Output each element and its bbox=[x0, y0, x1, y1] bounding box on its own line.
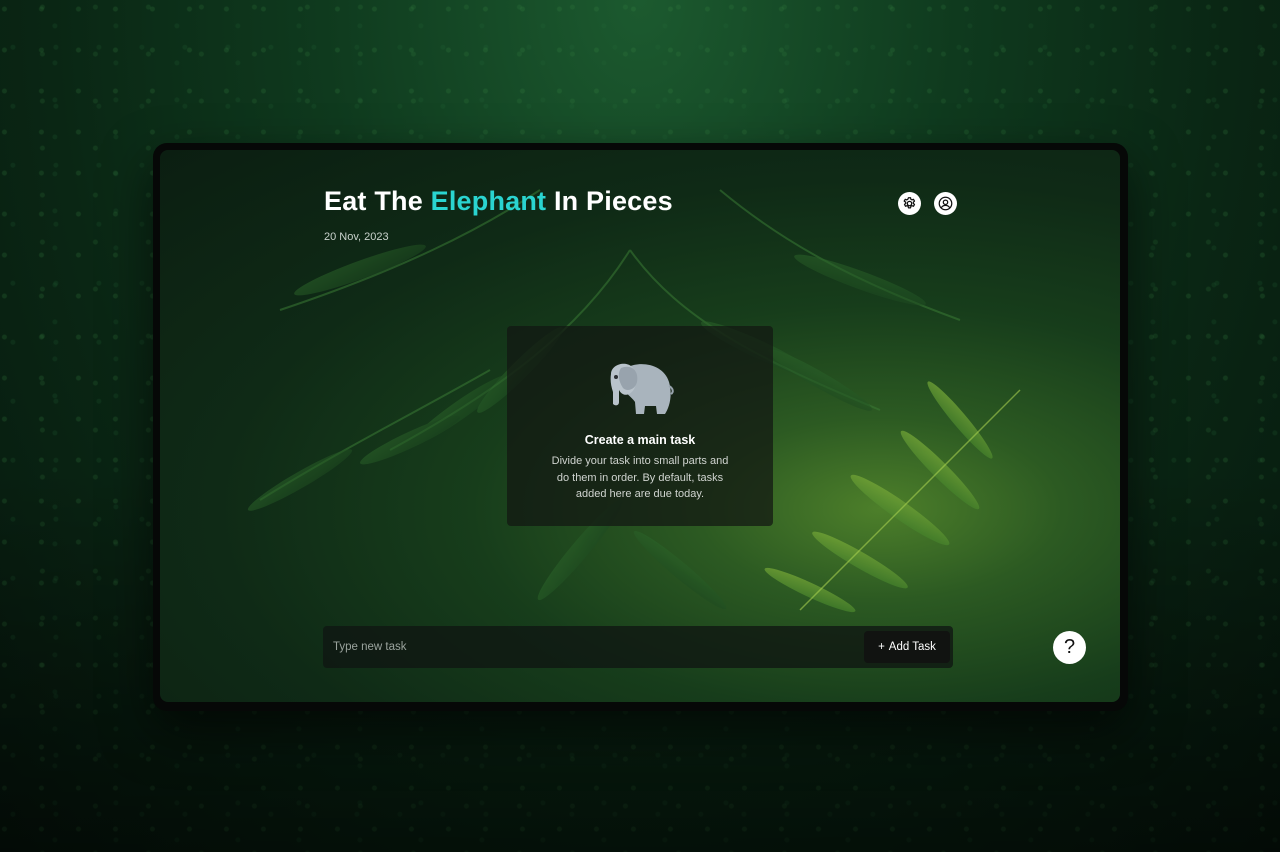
plus-icon: + bbox=[878, 641, 885, 653]
empty-state-description: Divide your task into small parts and do… bbox=[551, 455, 729, 500]
add-task-label: Add Task bbox=[888, 641, 936, 653]
current-date: 20 Nov, 2023 bbox=[324, 231, 389, 243]
app-window: Eat The Elephant In Pieces 20 Nov, 2023 bbox=[160, 150, 1120, 702]
app-title: Eat The Elephant In Pieces bbox=[324, 186, 673, 216]
elephant-icon bbox=[610, 363, 674, 414]
empty-state-card: Create a main task Divide your task into… bbox=[507, 326, 773, 526]
new-task-bar: + Add Task bbox=[323, 626, 953, 668]
gear-icon bbox=[903, 197, 916, 209]
profile-button[interactable] bbox=[934, 192, 957, 215]
add-task-button[interactable]: + Add Task bbox=[864, 631, 950, 663]
user-circle-icon bbox=[938, 196, 953, 211]
empty-state-title: Create a main task bbox=[584, 433, 696, 447]
settings-button[interactable] bbox=[898, 192, 921, 215]
help-button[interactable]: ? bbox=[1053, 631, 1086, 664]
app-title-accent: Elephant bbox=[430, 186, 547, 216]
new-task-input[interactable] bbox=[323, 626, 873, 668]
